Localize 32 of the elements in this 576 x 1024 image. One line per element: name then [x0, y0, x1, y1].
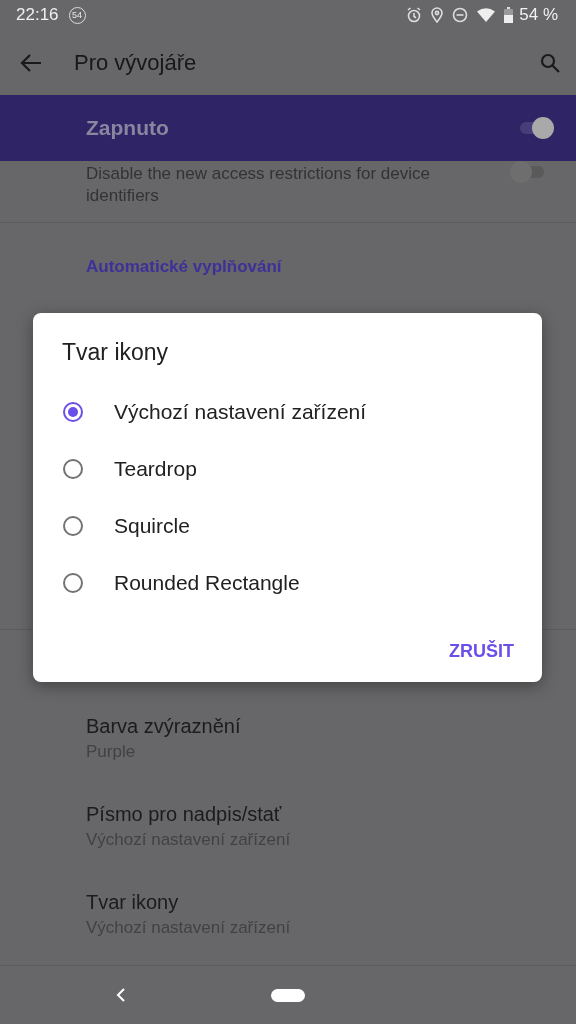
toggle-switch[interactable] — [510, 161, 546, 183]
screen-title: Pro vývojáře — [74, 49, 198, 76]
radio-option[interactable]: Výchozí nastavení zařízení — [33, 383, 542, 440]
radio-option[interactable]: Squircle — [33, 497, 542, 554]
wifi-icon — [477, 8, 496, 22]
setting-title: Barva zvýraznění — [86, 714, 242, 739]
alarm-icon — [406, 7, 423, 23]
battery-icon — [504, 7, 514, 23]
switch-label: Zapnuto — [86, 116, 170, 140]
home-button[interactable] — [271, 988, 305, 1002]
back-arrow-icon[interactable] — [20, 52, 42, 73]
clock-time: 22:16 — [16, 5, 59, 25]
option-label: Teardrop — [114, 456, 197, 481]
radio-button[interactable] — [63, 515, 83, 536]
setting-title: Písmo pro nadpis/stať — [86, 802, 283, 827]
dialog-title: Tvar ikony — [61, 338, 170, 367]
do-not-disturb-icon — [452, 7, 469, 23]
toggle-switch[interactable] — [518, 117, 554, 139]
option-label: Výchozí nastavení zařízení — [114, 399, 367, 424]
option-label: Squircle — [114, 513, 190, 538]
location-icon — [431, 7, 444, 23]
cancel-button[interactable]: ZRUŠIT — [449, 635, 514, 668]
option-label: Rounded Rectangle — [114, 570, 300, 595]
setting-title: Tvar ikony — [86, 890, 180, 915]
radio-button[interactable] — [63, 401, 83, 422]
back-nav-icon[interactable] — [116, 988, 126, 1002]
radio-option[interactable]: Rounded Rectangle — [33, 554, 542, 611]
battery-percentage: 54 % — [519, 5, 558, 25]
radio-option[interactable]: Teardrop — [33, 440, 542, 497]
radio-button[interactable] — [63, 458, 83, 479]
search-icon[interactable] — [540, 52, 560, 73]
radio-button[interactable] — [63, 572, 83, 593]
